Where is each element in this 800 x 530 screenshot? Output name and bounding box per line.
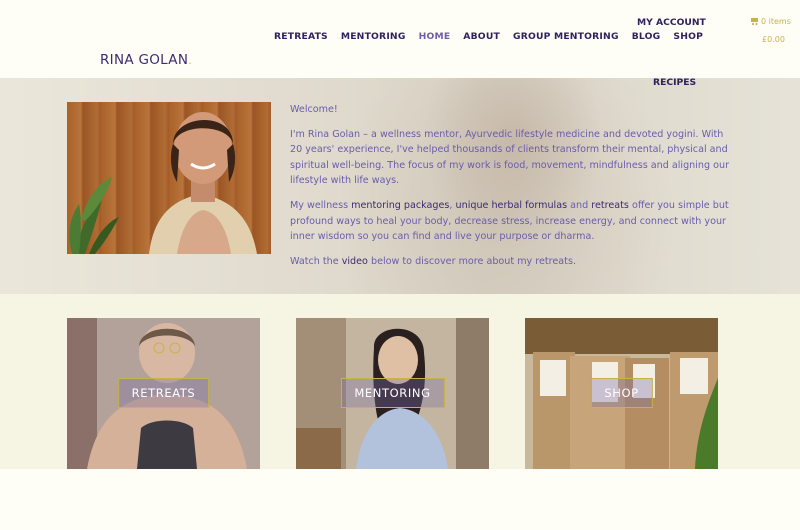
nav-my-account[interactable]: MY ACCOUNT [637, 17, 706, 28]
nav-blog[interactable]: BLOG [632, 31, 661, 42]
nav-group-mentoring[interactable]: GROUP MENTORING [513, 31, 619, 42]
video-text-2: below to discover more about my retreats… [367, 255, 576, 267]
logo-dot: . [188, 54, 193, 67]
nav-mentoring[interactable]: MENTORING [341, 31, 406, 42]
mentoring-button[interactable]: MENTORING [340, 378, 445, 408]
cart-items[interactable]: 0 items [761, 17, 791, 26]
retreats-link[interactable]: retreats [591, 200, 629, 211]
main-nav: RETREATS MENTORING HOME ABOUT GROUP MENT… [274, 31, 716, 42]
cart-link[interactable]: 0 items [750, 17, 791, 26]
hero-section: Welcome! I'm Rina Golan – a wellness men… [0, 78, 800, 294]
feature-cards: RETREATS MENTORING SHOP [0, 294, 800, 469]
nav-recipes[interactable]: RECIPES [653, 77, 696, 88]
site-logo[interactable]: RINA GOLAN. [100, 52, 192, 68]
cart-total[interactable]: £0.00 [762, 35, 785, 44]
page-footer-area [0, 469, 800, 530]
shop-card[interactable]: SHOP [525, 318, 718, 469]
herbal-formulas-link[interactable]: unique herbal formulas [456, 200, 568, 211]
retreats-button[interactable]: RETREATS [117, 378, 210, 408]
cart-icon [750, 18, 759, 25]
welcome-text: Welcome! I'm Rina Golan – a wellness men… [290, 102, 730, 278]
video-paragraph: Watch the video below to discover more a… [290, 254, 730, 270]
retreats-card[interactable]: RETREATS [67, 318, 260, 469]
mentoring-packages-link[interactable]: mentoring packages [351, 200, 449, 211]
portrait-person [149, 112, 257, 254]
shop-button[interactable]: SHOP [590, 378, 653, 408]
video-link[interactable]: video [342, 256, 368, 267]
welcome-heading: Welcome! [290, 104, 338, 115]
hero-portrait-image [67, 102, 271, 254]
offer-text-1: My wellness [290, 199, 352, 211]
site-header: RINA GOLAN. RETREATS MENTORING HOME ABOU… [0, 0, 800, 78]
offer-text-3: and [567, 199, 592, 211]
nav-retreats[interactable]: RETREATS [274, 31, 328, 42]
nav-shop[interactable]: SHOP [673, 31, 703, 42]
mentoring-card[interactable]: MENTORING [296, 318, 489, 469]
video-text-1: Watch the [290, 255, 342, 267]
intro-paragraph: I'm Rina Golan – a wellness mentor, Ayur… [290, 128, 730, 187]
nav-about[interactable]: ABOUT [463, 31, 500, 42]
nav-home[interactable]: HOME [419, 31, 451, 42]
offer-paragraph: My wellness mentoring packages, unique h… [290, 198, 730, 245]
plant-graphic [69, 177, 119, 254]
logo-text[interactable]: RINA GOLAN [100, 52, 188, 68]
